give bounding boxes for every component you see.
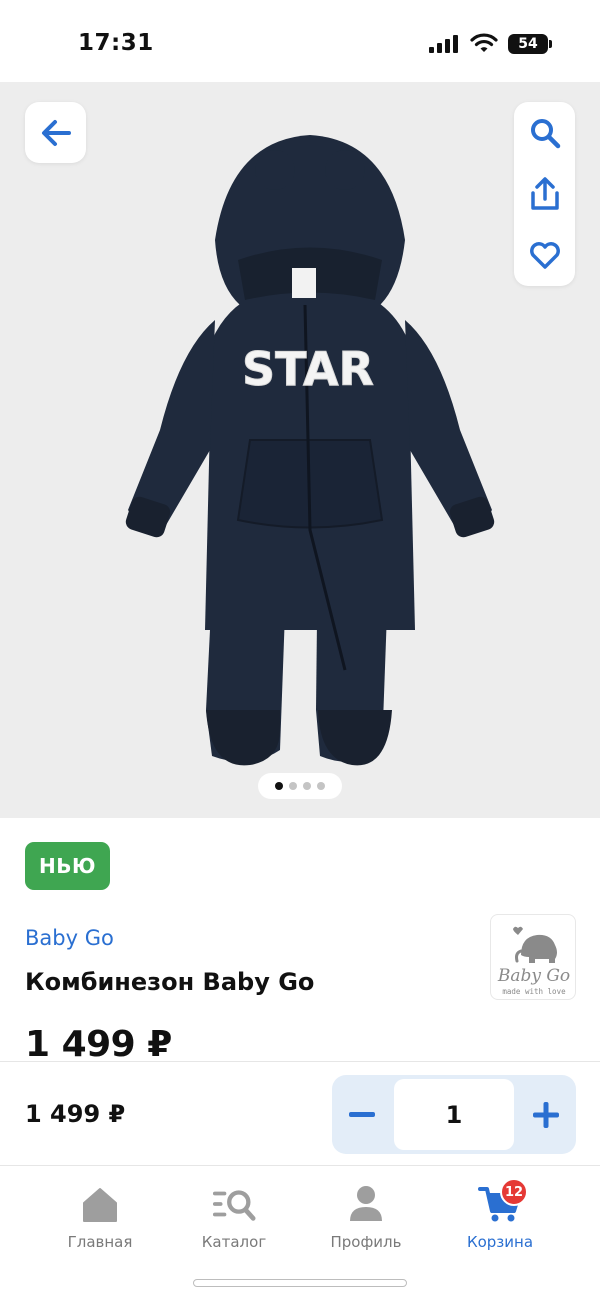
product-image: STAR bbox=[125, 135, 495, 766]
home-icon bbox=[78, 1184, 122, 1224]
minus-icon bbox=[349, 1111, 375, 1117]
search-icon bbox=[530, 118, 560, 148]
wifi-icon bbox=[470, 32, 498, 54]
increase-quantity-button[interactable] bbox=[516, 1075, 576, 1154]
battery-indicator: 54 bbox=[508, 34, 548, 54]
sticky-price: 1 499 ₽ bbox=[25, 1100, 126, 1128]
cart-count-badge: 12 bbox=[500, 1178, 528, 1206]
user-icon bbox=[344, 1184, 388, 1224]
pager-dot[interactable] bbox=[317, 782, 325, 790]
status-time: 17:31 bbox=[78, 30, 154, 56]
tab-cart[interactable]: 12 Корзина bbox=[440, 1178, 560, 1254]
brand-logo[interactable]: Baby Go made with love bbox=[490, 914, 576, 1000]
signal-icon bbox=[429, 35, 459, 53]
catalog-search-icon bbox=[212, 1184, 256, 1224]
action-panel bbox=[514, 102, 575, 286]
pager-dot-active[interactable] bbox=[275, 782, 283, 790]
quantity-value[interactable]: 1 bbox=[394, 1079, 514, 1150]
favorite-button[interactable] bbox=[514, 225, 575, 286]
product-title: Комбинезон Baby Go bbox=[25, 968, 315, 996]
share-button[interactable] bbox=[514, 163, 575, 224]
decrease-quantity-button[interactable] bbox=[332, 1075, 392, 1154]
heart-icon bbox=[529, 241, 560, 269]
tab-label: Корзина bbox=[466, 1233, 534, 1251]
status-bar: 17:31 54 bbox=[0, 0, 600, 82]
tab-label: Профиль bbox=[330, 1233, 402, 1251]
brand-link[interactable]: Baby Go bbox=[25, 926, 114, 950]
gallery-pager[interactable] bbox=[258, 773, 342, 799]
tab-label: Главная bbox=[67, 1233, 133, 1251]
back-button[interactable] bbox=[25, 102, 86, 163]
product-gallery[interactable]: STAR bbox=[0, 82, 600, 818]
cart-icon: 12 bbox=[478, 1178, 528, 1224]
svg-text:made with love: made with love bbox=[502, 987, 566, 996]
elephant-logo: Baby Go made with love bbox=[497, 926, 570, 996]
tab-label: Каталог bbox=[201, 1233, 267, 1251]
svg-text:Baby Go: Baby Go bbox=[497, 966, 570, 986]
share-icon bbox=[530, 176, 559, 210]
plus-icon bbox=[533, 1101, 559, 1128]
new-badge: НЬЮ bbox=[25, 842, 110, 890]
pager-dot[interactable] bbox=[303, 782, 311, 790]
purchase-bar: 1 499 ₽ 1 bbox=[0, 1061, 600, 1165]
search-button[interactable] bbox=[514, 102, 575, 163]
battery-tip bbox=[549, 40, 552, 48]
arrow-left-icon bbox=[41, 119, 71, 146]
tab-catalog[interactable]: Каталог bbox=[174, 1184, 294, 1254]
tab-bar: Главная Каталог Профиль 12 Корзина bbox=[0, 1165, 600, 1300]
product-price: 1 499 ₽ bbox=[25, 1024, 172, 1065]
tab-home[interactable]: Главная bbox=[40, 1184, 160, 1254]
pager-dot[interactable] bbox=[289, 782, 297, 790]
home-indicator bbox=[193, 1279, 407, 1287]
tab-profile[interactable]: Профиль bbox=[306, 1184, 426, 1254]
quantity-stepper: 1 bbox=[332, 1075, 576, 1154]
product-image-print: STAR bbox=[242, 342, 374, 396]
